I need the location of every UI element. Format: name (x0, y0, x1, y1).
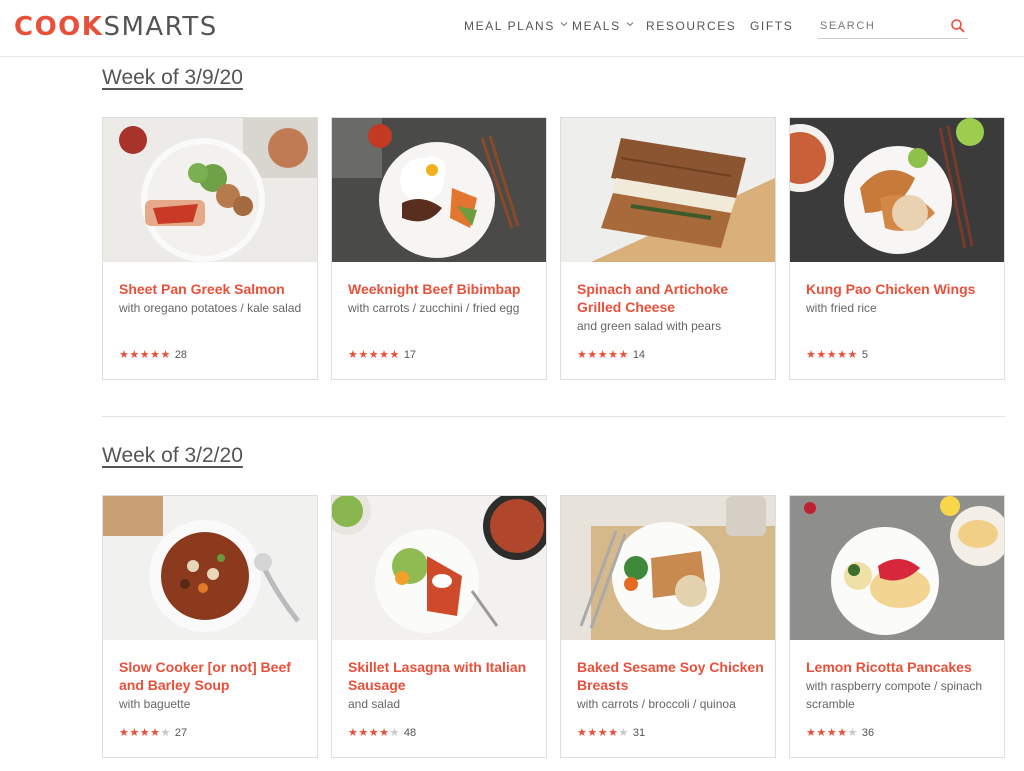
meal-card[interactable]: Slow Cooker [or not] Beef and Barley Sou… (102, 495, 318, 758)
rating-stars-icon: ★★★★★ (806, 349, 858, 361)
meal-photo (332, 496, 546, 640)
meal-card[interactable]: Sheet Pan Greek Salmon with oregano pota… (102, 117, 318, 380)
search-icon[interactable] (950, 18, 966, 34)
meal-rating: ★★★★★ 5 (806, 348, 868, 361)
meal-photo (332, 118, 546, 262)
week-title[interactable]: Week of 3/9/20 (102, 66, 243, 90)
search-input[interactable] (818, 15, 943, 37)
meal-subtitle: with fried rice (806, 301, 877, 315)
meal-rating: ★★★★★ 31 (577, 726, 645, 739)
week-title[interactable]: Week of 3/2/20 (102, 444, 243, 468)
review-count: 28 (174, 349, 188, 361)
review-count: 31 (632, 727, 646, 739)
meal-subtitle: with raspberry compote / spinach scrambl… (806, 679, 983, 711)
rating-stars-icon: ★★★★★ (119, 349, 171, 361)
chevron-down-icon (560, 22, 568, 27)
meal-subtitle: and green salad with pears (577, 319, 722, 333)
logo[interactable]: COOKSMARTS (14, 12, 218, 42)
nav-gifts-label: GIFTS (750, 19, 794, 33)
meal-title[interactable]: Lemon Ricotta Pancakes (806, 658, 996, 676)
meal-title[interactable]: Sheet Pan Greek Salmon (119, 280, 309, 298)
meal-subtitle: with baguette (119, 697, 191, 711)
nav-meals[interactable]: MEALS (572, 19, 635, 33)
nav-resources[interactable]: RESOURCES (646, 19, 736, 33)
logo-part-cook: COOK (14, 12, 104, 42)
meal-subtitle: with oregano potatoes / kale salad (119, 301, 302, 315)
meal-card[interactable]: Kung Pao Chicken Wings with fried rice ★… (789, 117, 1005, 380)
meal-subtitle: with carrots / broccoli / quinoa (577, 697, 736, 711)
meal-title[interactable]: Slow Cooker [or not] Beef and Barley Sou… (119, 658, 309, 694)
site-header: COOKSMARTS MEAL PLANS MEALS RESOURCES GI… (0, 0, 1024, 57)
rating-stars-icon: ★★★★★ (577, 727, 629, 739)
meal-card[interactable]: Skillet Lasagna with Italian Sausage and… (331, 495, 547, 758)
review-count: 5 (861, 349, 868, 361)
meal-photo (103, 496, 317, 640)
meal-photo (790, 496, 1004, 640)
meal-rating: ★★★★★ 36 (806, 726, 874, 739)
meal-title[interactable]: Weeknight Beef Bibimbap (348, 280, 538, 298)
meal-rating: ★★★★★ 17 (348, 348, 416, 361)
nav-meal-plans[interactable]: MEAL PLANS (464, 19, 569, 33)
meal-subtitle: and salad (348, 697, 401, 711)
meal-title[interactable]: Kung Pao Chicken Wings (806, 280, 996, 298)
nav-meal-plans-label: MEAL PLANS (464, 19, 555, 33)
rating-stars-icon: ★★★★★ (806, 727, 858, 739)
meal-title[interactable]: Skillet Lasagna with Italian Sausage (348, 658, 538, 694)
nav-meals-label: MEALS (572, 19, 621, 33)
meal-rating: ★★★★★ 28 (119, 348, 187, 361)
review-count: 48 (403, 727, 417, 739)
meal-photo (103, 118, 317, 262)
review-count: 17 (403, 349, 417, 361)
review-count: 27 (174, 727, 188, 739)
meal-photo (790, 118, 1004, 262)
meal-card[interactable]: Lemon Ricotta Pancakes with raspberry co… (789, 495, 1005, 758)
review-count: 36 (861, 727, 875, 739)
logo-part-smarts: SMARTS (103, 12, 218, 42)
meal-subtitle: with carrots / zucchini / fried egg (348, 301, 520, 315)
meal-rating: ★★★★★ 14 (577, 348, 645, 361)
meal-title[interactable]: Baked Sesame Soy Chicken Breasts (577, 658, 767, 694)
rating-stars-icon: ★★★★★ (577, 349, 629, 361)
meal-card[interactable]: Weeknight Beef Bibimbap with carrots / z… (331, 117, 547, 380)
nav-resources-label: RESOURCES (646, 19, 737, 33)
meal-rating: ★★★★★ 48 (348, 726, 416, 739)
meal-card[interactable]: Baked Sesame Soy Chicken Breasts with ca… (560, 495, 776, 758)
rating-stars-icon: ★★★★★ (348, 349, 400, 361)
chevron-down-icon (626, 22, 634, 27)
meal-card[interactable]: Spinach and Artichoke Grilled Cheese and… (560, 117, 776, 380)
rating-stars-icon: ★★★★★ (119, 727, 171, 739)
meal-photo (561, 496, 775, 640)
review-count: 14 (632, 349, 646, 361)
section-divider (102, 416, 1005, 417)
nav-gifts[interactable]: GIFTS (750, 19, 793, 33)
rating-stars-icon: ★★★★★ (348, 727, 400, 739)
search-box (818, 15, 968, 39)
meal-rating: ★★★★★ 27 (119, 726, 187, 739)
meal-photo (561, 118, 775, 262)
meal-title[interactable]: Spinach and Artichoke Grilled Cheese (577, 280, 767, 316)
